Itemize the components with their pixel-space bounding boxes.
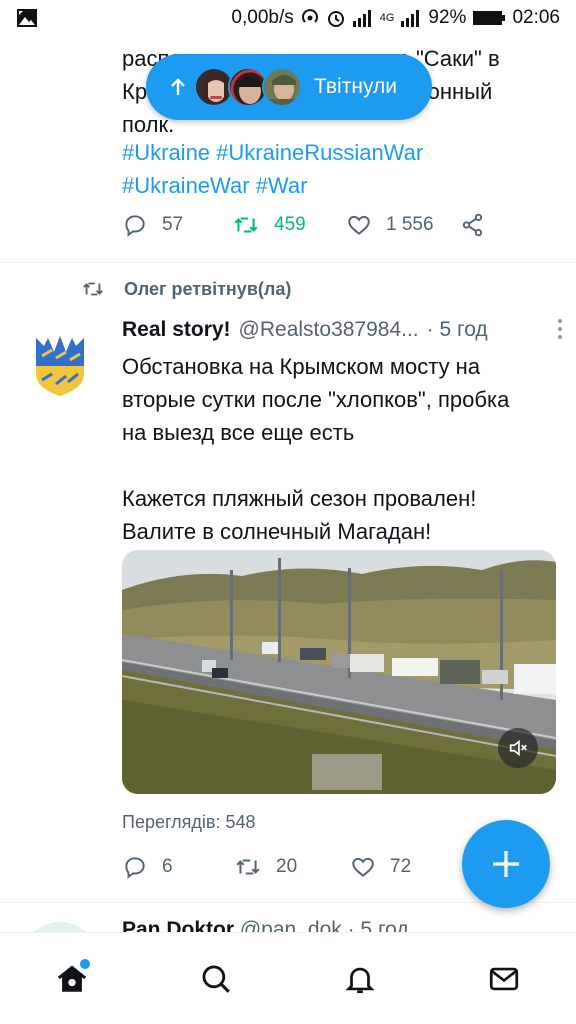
author-handle[interactable]: @pan_dok [240, 918, 342, 932]
plus-icon [493, 851, 519, 877]
retweet-button[interactable]: 459 [232, 212, 346, 238]
network-type: 4G [379, 12, 395, 24]
hashtag-line[interactable]: #UkraineWar #War [122, 169, 562, 202]
tweet-text-line: Обстановка на Крымском мосту на [122, 354, 481, 379]
more-button[interactable] [556, 318, 564, 346]
compose-tweet-button[interactable] [462, 820, 550, 908]
tweet-time[interactable]: · 5 год [348, 918, 409, 932]
speaker-muted-icon [509, 739, 527, 757]
speech-bubble-icon [125, 857, 145, 879]
author-name[interactable]: Pan Doktor [122, 918, 234, 932]
status-bar: 0,00b/s 4G 92% 02:06 [0, 0, 576, 36]
battery-icon [472, 9, 506, 27]
retweet-count: 459 [274, 214, 306, 235]
tweet-text-line: Кажется пляжный сезон провален! [122, 486, 477, 511]
hashtag-line[interactable]: #Ukraine #UkraineRussianWar [122, 136, 562, 169]
like-button[interactable]: 1 556 [346, 212, 460, 238]
retweet-button[interactable]: 20 [234, 854, 350, 880]
like-count: 72 [390, 856, 412, 877]
battery-percent: 92% [428, 7, 467, 28]
avatar-stack [194, 67, 302, 107]
trident-logo-icon [22, 328, 98, 404]
reply-button[interactable]: 6 [122, 854, 234, 880]
more-dots-icon [558, 319, 562, 339]
search-icon [202, 965, 230, 993]
retweet-context[interactable]: Олег ретвітнув(ла) [80, 278, 291, 300]
video-player[interactable] [122, 550, 556, 794]
nav-search[interactable] [186, 949, 246, 1009]
like-count: 1 556 [386, 214, 434, 235]
new-tweets-label: Твітнули [314, 75, 397, 98]
retweet-arrows-icon [234, 217, 258, 233]
nav-notifications[interactable] [330, 949, 390, 1009]
tweet-actions: 57 459 1 556 [122, 212, 502, 238]
retweet-count: 20 [276, 856, 298, 877]
tweet-text: Обстановка на Крымском мосту на вторые с… [122, 350, 562, 548]
tweet-header: Real story! @Realsto387984... · 5 год [122, 318, 562, 342]
tweet-text-line [122, 449, 562, 482]
mute-button[interactable] [498, 728, 538, 768]
share-button[interactable] [460, 212, 500, 238]
reply-count: 6 [162, 856, 173, 877]
heart-icon [348, 215, 370, 235]
new-tweets-pill[interactable]: Твітнули [146, 54, 432, 120]
tweet[interactable]: Pan Doktor @pan_dok · 5 год [0, 904, 576, 932]
timeline-feed[interactable]: расположены на аэродроме "Саки" в Крыму,… [0, 36, 576, 932]
gallery-icon [16, 8, 38, 28]
avatar[interactable] [22, 328, 98, 404]
signal-icon [352, 9, 374, 27]
alarm-icon [326, 8, 346, 28]
speech-bubble-icon [125, 215, 145, 237]
tweet-text-line: Валите в солнечный Магадан! [122, 519, 432, 544]
signal-icon [400, 9, 422, 27]
retweet-arrows-icon [83, 282, 103, 296]
share-icon [462, 213, 483, 237]
tweet-divider [0, 262, 576, 263]
arrow-up-icon [166, 77, 190, 97]
bell-icon [345, 967, 375, 993]
network-speed: 0,00b/s [231, 7, 294, 28]
video-frame [122, 550, 556, 794]
tweet-time[interactable]: · 5 год [427, 318, 488, 342]
heart-icon [352, 857, 374, 877]
clock: 02:06 [512, 7, 560, 28]
tweet-actions: 6 20 72 [122, 854, 502, 880]
nav-home[interactable] [42, 949, 102, 1009]
hotspot-icon [300, 8, 320, 28]
notification-dot [80, 958, 90, 969]
author-handle[interactable]: @Realsto387984... [239, 318, 419, 342]
avatar [262, 67, 302, 107]
bottom-navigation [0, 932, 576, 1024]
avatar[interactable] [22, 922, 98, 932]
tweet-header: Pan Doktor @pan_dok · 5 год [122, 918, 409, 932]
envelope-icon [489, 967, 519, 990]
retweet-arrows-icon [236, 859, 260, 875]
tweet-text-line: вторые сутки после "хлопков", пробка [122, 387, 510, 412]
retweeted-by-label: Олег ретвітнув(ла) [124, 278, 292, 299]
tweet-text-line: на выезд все еще есть [122, 420, 355, 445]
like-button[interactable]: 72 [350, 854, 411, 880]
view-count: Переглядів: 548 [122, 812, 256, 832]
nav-messages[interactable] [474, 949, 534, 1009]
hashtags[interactable]: #Ukraine #UkraineRussianWar #UkraineWar … [122, 136, 562, 202]
reply-button[interactable]: 57 [122, 212, 232, 238]
reply-count: 57 [162, 214, 184, 235]
author-name[interactable]: Real story! [122, 318, 231, 342]
